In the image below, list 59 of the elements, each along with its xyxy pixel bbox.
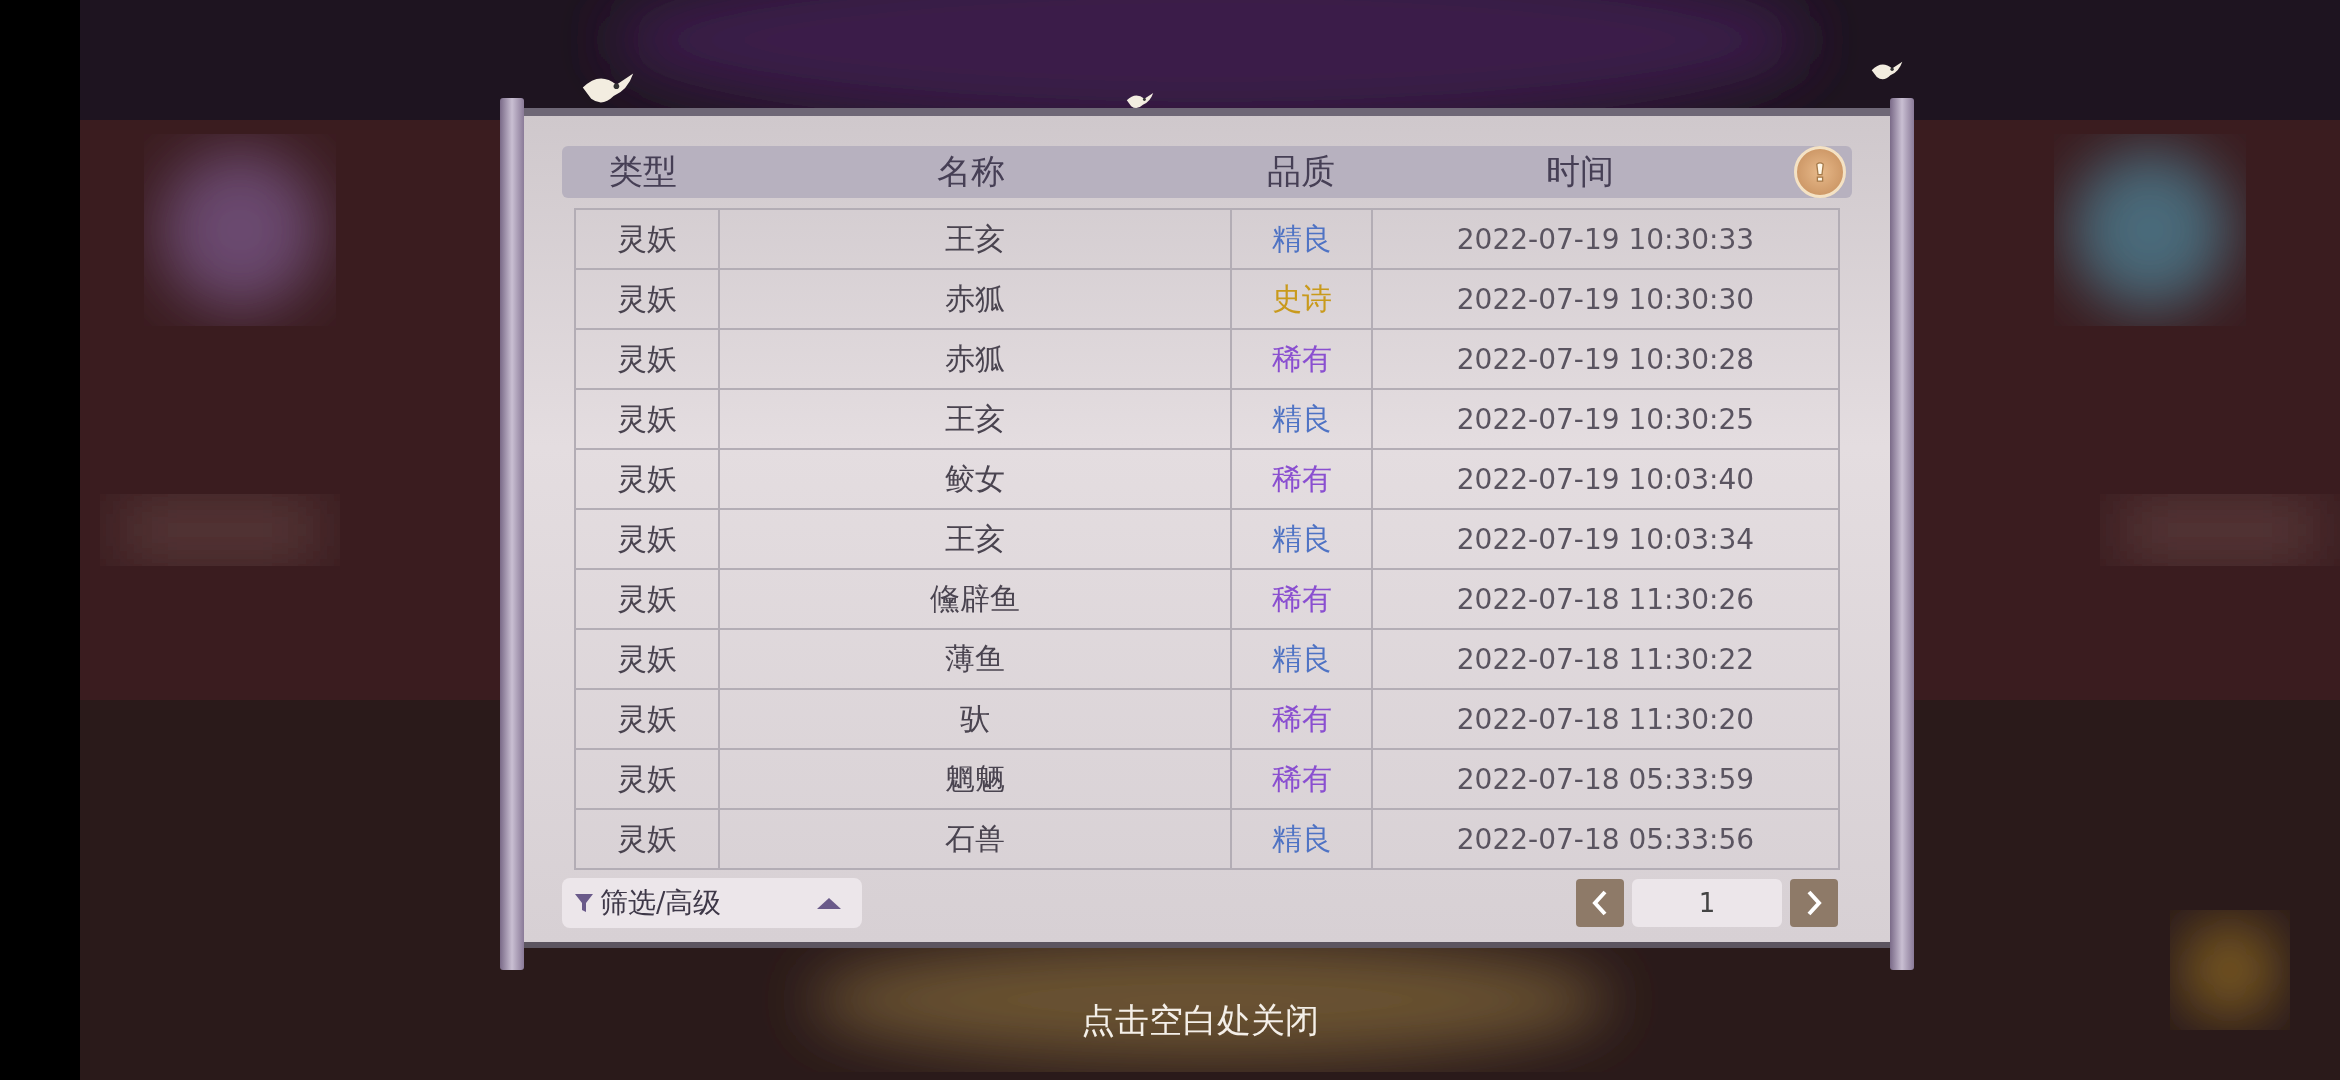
table-cell-text: 2022-07-18 11:30:20 xyxy=(1455,701,1756,738)
table-cell: 石兽 xyxy=(720,810,1232,868)
quality-text: 精良 xyxy=(1271,219,1332,258)
quality-text: 稀有 xyxy=(1271,759,1332,798)
table-cell-text: 2022-07-19 10:30:28 xyxy=(1455,341,1756,378)
chevron-left-icon xyxy=(1591,890,1609,916)
quality-text: 稀有 xyxy=(1271,699,1332,738)
quality-text: 精良 xyxy=(1271,399,1332,438)
previous-page-button[interactable] xyxy=(1576,879,1624,927)
chevron-right-icon xyxy=(1805,890,1823,916)
table-cell-text: 2022-07-18 11:30:22 xyxy=(1455,641,1756,678)
quality-text: 稀有 xyxy=(1271,339,1332,378)
table-cell-text: 2022-07-18 05:33:56 xyxy=(1455,821,1756,858)
column-header: 品质 xyxy=(1266,150,1336,193)
table-cell: 灵妖 xyxy=(576,690,720,748)
table-cell: 王亥 xyxy=(720,210,1232,268)
funnel-icon xyxy=(574,892,594,914)
table-cell-text: 2022-07-18 05:33:59 xyxy=(1455,761,1756,798)
table-cell: 灵妖 xyxy=(576,810,720,868)
quality-text: 精良 xyxy=(1271,819,1332,858)
column-header: 类型 xyxy=(608,150,678,193)
quality-text: 稀有 xyxy=(1271,459,1332,498)
table-cell: 赤狐 xyxy=(720,270,1232,328)
table-cell: 灵妖 xyxy=(576,330,720,388)
table-cell: 鲛女 xyxy=(720,450,1232,508)
info-button[interactable] xyxy=(1794,146,1846,198)
table-cell-text: 2022-07-19 10:30:25 xyxy=(1455,401,1756,438)
table-cell: 灵妖 xyxy=(576,750,720,808)
close-hint[interactable]: 点击空白处关闭 xyxy=(1081,998,1319,1044)
table-cell-text: 2022-07-18 11:30:26 xyxy=(1455,581,1756,618)
table-cell-text: 2022-07-19 10:03:34 xyxy=(1455,521,1756,558)
table-cell: 儵辟鱼 xyxy=(720,570,1232,628)
table-cell-text: 2022-07-19 10:30:30 xyxy=(1455,281,1756,318)
table-cell: 魍魉 xyxy=(720,750,1232,808)
table-cell: 灵妖 xyxy=(576,570,720,628)
table-cell: 王亥 xyxy=(720,510,1232,568)
page-number-field[interactable]: 1 xyxy=(1632,879,1782,927)
table-cell: 灵妖 xyxy=(576,630,720,688)
column-header: 时间 xyxy=(1545,150,1615,193)
table-cell: 薄鱼 xyxy=(720,630,1232,688)
table-cell: 灵妖 xyxy=(576,210,720,268)
next-page-button[interactable] xyxy=(1790,879,1838,927)
table-cell-text: 2022-07-19 10:03:40 xyxy=(1455,461,1756,498)
table-cell: 灵妖 xyxy=(576,270,720,328)
quality-text: 稀有 xyxy=(1271,579,1332,618)
filter-label: 筛选/高级 xyxy=(600,885,722,921)
table-cell: 灵妖 xyxy=(576,510,720,568)
table-cell: 灵妖 xyxy=(576,450,720,508)
table-cell: 王亥 xyxy=(720,390,1232,448)
table-cell: 驮 xyxy=(720,690,1232,748)
table-cell: 赤狐 xyxy=(720,330,1232,388)
table-cell-text: 2022-07-19 10:30:33 xyxy=(1455,221,1756,258)
quality-text: 史诗 xyxy=(1271,279,1332,318)
quality-text: 精良 xyxy=(1271,519,1332,558)
quality-text: 精良 xyxy=(1271,639,1332,678)
caret-up-icon xyxy=(816,896,842,910)
table-cell: 灵妖 xyxy=(576,390,720,448)
filter-button[interactable]: 筛选/高级 xyxy=(562,878,862,928)
column-header: 名称 xyxy=(936,150,1006,193)
